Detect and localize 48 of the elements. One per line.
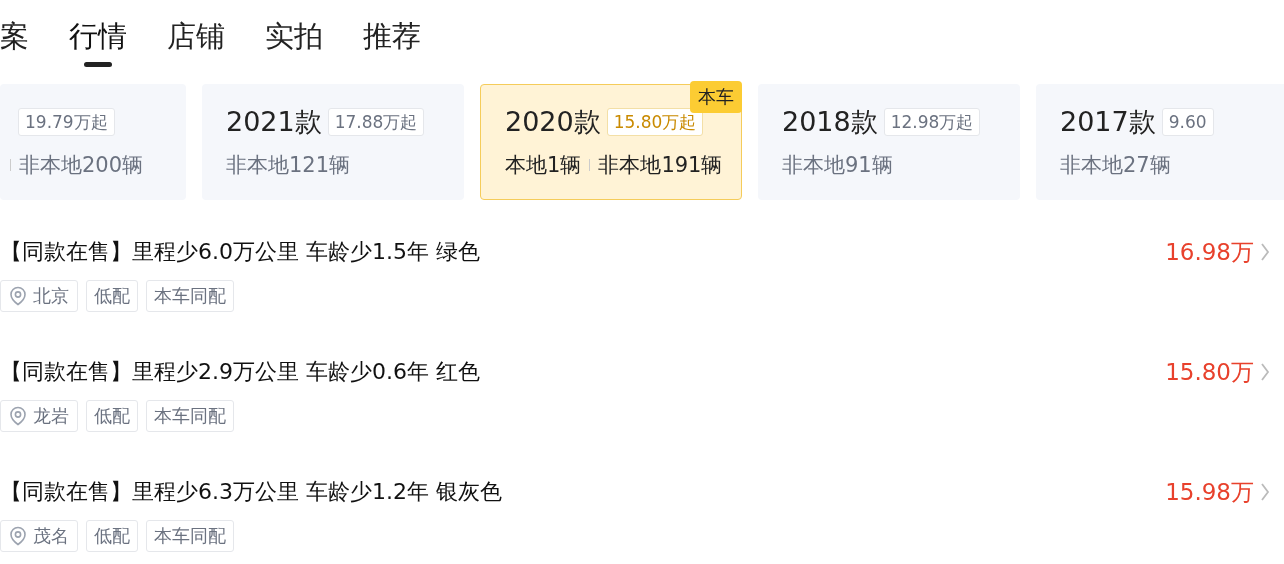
listing-price: 16.98万 — [1165, 237, 1254, 267]
tab[interactable]: 行情 — [69, 16, 127, 56]
price-tag: 17.88万起 — [327, 108, 425, 136]
location-pin-icon — [9, 286, 27, 306]
tab[interactable]: 实拍 — [265, 16, 323, 56]
model-year-card[interactable]: 本车 2020款 15.80万起 本地1辆 非本地191辆 — [480, 84, 742, 200]
location-tag: 茂名 — [0, 520, 78, 552]
chevron-right-icon — [1260, 362, 1270, 382]
model-year-card[interactable]: 19.79万起 非本地200辆 — [0, 84, 186, 200]
price-tag: 12.98万起 — [883, 108, 981, 136]
location-tag: 龙岩 — [0, 400, 78, 432]
location-tag: 北京 — [0, 280, 78, 312]
chevron-right-icon — [1260, 482, 1270, 502]
spec-tag: 低配 — [86, 280, 138, 312]
year-title: 2021款 — [226, 105, 322, 139]
tab[interactable]: 案 — [0, 16, 29, 56]
local-count: 本地1辆 — [505, 152, 582, 179]
listing-price: 15.98万 — [1165, 477, 1254, 507]
price-tag: 19.79万起 — [18, 108, 115, 136]
price-tag: 15.80万起 — [606, 108, 704, 136]
listing-title[interactable]: 【同款在售】里程少6.0万公里 车龄少1.5年 绿色 — [0, 236, 480, 268]
year-title: 2020款 — [505, 105, 601, 139]
listing-price: 15.80万 — [1165, 357, 1254, 387]
model-year-card[interactable]: 2018款 12.98万起 非本地91辆 — [758, 84, 1020, 200]
nonlocal-count: 非本地200辆 — [19, 152, 144, 179]
spec-tag: 低配 — [86, 520, 138, 552]
tab-underline — [84, 62, 112, 67]
nonlocal-count: 非本地191辆 — [598, 152, 723, 179]
nonlocal-count: 非本地91辆 — [782, 152, 893, 179]
model-year-card[interactable]: 2021款 17.88万起 非本地121辆 — [202, 84, 464, 200]
model-year-card[interactable]: 2017款 9.60 非本地27辆 — [1036, 84, 1284, 200]
spec-tag: 低配 — [86, 400, 138, 432]
year-title: 2017款 — [1060, 105, 1156, 139]
spec-tag: 本车同配 — [146, 520, 234, 552]
tab[interactable]: 推荐 — [363, 16, 421, 56]
listing-title[interactable]: 【同款在售】里程少2.9万公里 车龄少0.6年 红色 — [0, 356, 480, 388]
location-pin-icon — [9, 406, 27, 426]
chevron-right-icon — [1260, 242, 1270, 262]
nonlocal-count: 非本地121辆 — [226, 152, 351, 179]
current-car-badge: 本车 — [690, 81, 742, 113]
nonlocal-count: 非本地27辆 — [1060, 152, 1171, 179]
year-title: 2018款 — [782, 105, 878, 139]
tab[interactable]: 店铺 — [167, 16, 225, 56]
location-pin-icon — [9, 526, 27, 546]
spec-tag: 本车同配 — [146, 400, 234, 432]
listing-title[interactable]: 【同款在售】里程少6.3万公里 车龄少1.2年 银灰色 — [0, 476, 502, 508]
price-tag: 9.60 — [1161, 108, 1214, 136]
spec-tag: 本车同配 — [146, 280, 234, 312]
